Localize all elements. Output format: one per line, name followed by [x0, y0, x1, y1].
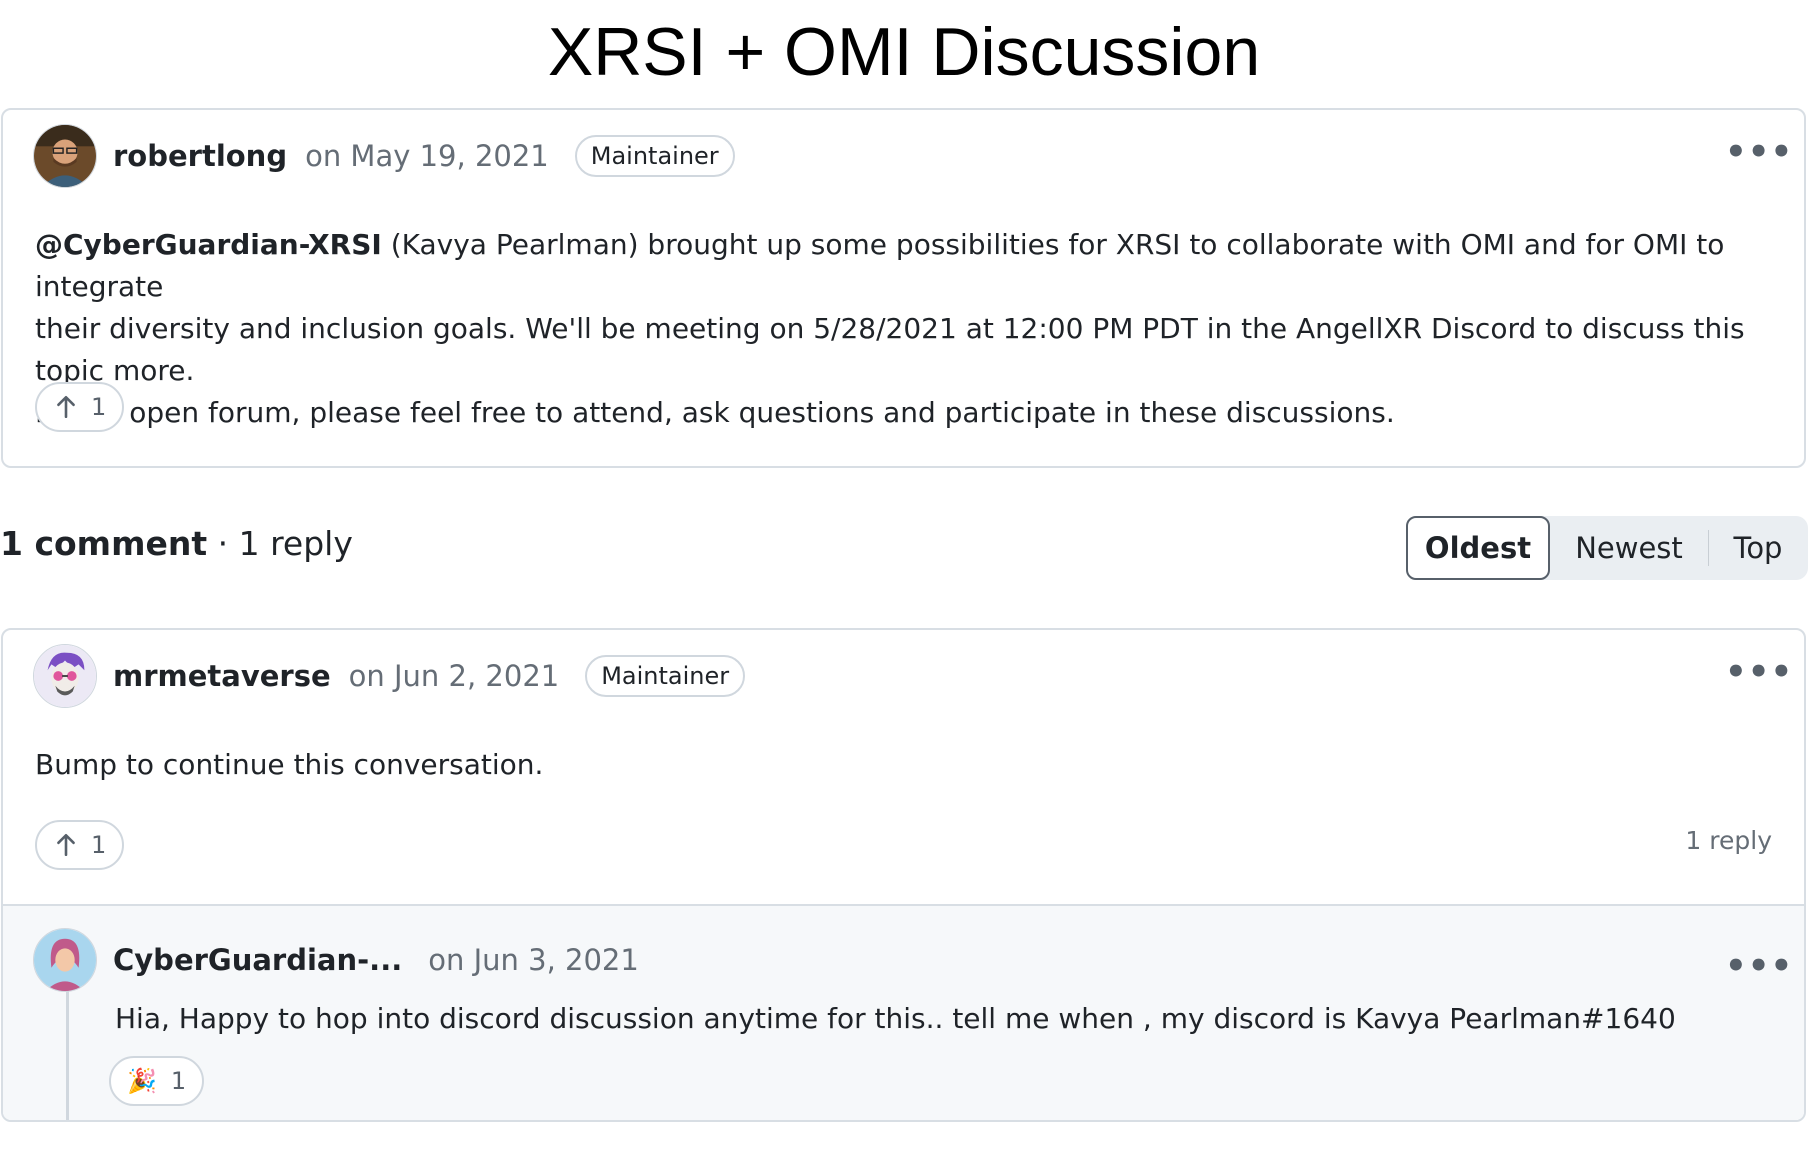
- comment-count: 1 comment: [0, 524, 208, 563]
- mrmetaverse-avatar-image: [34, 645, 96, 707]
- user-mention[interactable]: @CyberGuardian-XRSI: [35, 228, 382, 261]
- post-body-line-2: their diversity and inclusion goals. We'…: [35, 312, 1745, 387]
- reply-more-options-icon[interactable]: •••: [1725, 949, 1793, 983]
- reply-body: Hia, Happy to hop into discord discussio…: [115, 1002, 1676, 1035]
- reply-total: 1 reply: [238, 524, 353, 563]
- post-more-options-icon[interactable]: •••: [1725, 135, 1793, 169]
- reply-date[interactable]: on Jun 3, 2021: [428, 943, 639, 977]
- reply-reaction-count: 1: [170, 1067, 187, 1095]
- comments-summary: 1 comment · 1 reply: [0, 524, 353, 563]
- arrow-up-icon: [57, 833, 75, 857]
- comment-header: mrmetaverse on Jun 2, 2021 Maintainer: [33, 644, 746, 708]
- maintainer-badge: Maintainer: [585, 655, 746, 697]
- comment-upvote-button[interactable]: 1: [35, 820, 125, 870]
- party-popper-icon: 🎉: [127, 1067, 157, 1095]
- sort-oldest-tab[interactable]: Oldest: [1406, 516, 1550, 580]
- comment-upvote-count: 1: [91, 831, 107, 859]
- avatar[interactable]: [33, 928, 97, 992]
- reply-thread: CyberGuardian-... on Jun 3, 2021 ••• Hia…: [3, 904, 1804, 1120]
- comment-more-options-icon[interactable]: •••: [1725, 655, 1793, 689]
- avatar[interactable]: [33, 124, 97, 188]
- reply-author[interactable]: CyberGuardian-...: [113, 943, 402, 977]
- maintainer-badge: Maintainer: [574, 135, 735, 177]
- post-body: @CyberGuardian-XRSI (Kavya Pearlman) bro…: [35, 224, 1795, 434]
- reply-header: CyberGuardian-... on Jun 3, 2021: [33, 928, 639, 992]
- arrow-up-icon: [57, 395, 75, 419]
- post-body-line-1: @CyberGuardian-XRSI (Kavya Pearlman) bro…: [35, 228, 1725, 303]
- discussion-post: robertlong on May 19, 2021 Maintainer ••…: [1, 108, 1806, 468]
- avatar[interactable]: [33, 644, 97, 708]
- comment-author[interactable]: mrmetaverse: [113, 659, 331, 693]
- thread-line: [66, 976, 69, 1120]
- comment-reply-count[interactable]: 1 reply: [1685, 826, 1772, 855]
- cyberguardian-avatar-image: [34, 929, 96, 991]
- comment-date[interactable]: on Jun 2, 2021: [349, 659, 560, 693]
- post-date[interactable]: on May 19, 2021: [305, 139, 549, 173]
- robertlong-avatar-image: [34, 125, 96, 187]
- post-author[interactable]: robertlong: [113, 139, 287, 173]
- post-body-line-3: It's an open forum, please feel free to …: [35, 396, 1395, 429]
- sort-top-tab[interactable]: Top: [1709, 518, 1807, 578]
- comment-sort-tabs: Oldest Newest Top: [1406, 516, 1808, 580]
- page-title: XRSI + OMI Discussion: [547, 14, 1261, 90]
- sort-newest-tab[interactable]: Newest: [1550, 518, 1708, 578]
- post-upvote-count: 1: [91, 393, 107, 421]
- reply-reaction-button[interactable]: 🎉 1: [109, 1056, 205, 1106]
- comment-card: mrmetaverse on Jun 2, 2021 Maintainer ••…: [1, 628, 1806, 1122]
- post-upvote-button[interactable]: 1: [35, 382, 125, 432]
- comment-body: Bump to continue this conversation.: [35, 748, 544, 781]
- post-header: robertlong on May 19, 2021 Maintainer: [33, 124, 735, 188]
